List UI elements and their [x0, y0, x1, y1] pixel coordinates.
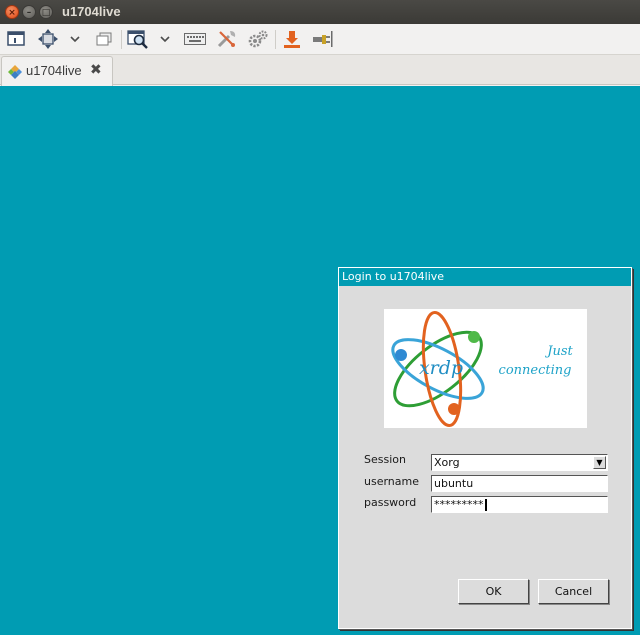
chevron-down-icon[interactable] — [158, 29, 172, 49]
username-label: username — [364, 475, 419, 488]
window-stack-icon[interactable] — [94, 29, 114, 49]
toolbar-separator — [121, 30, 122, 49]
tab-strip: u1704live ✖ — [0, 55, 640, 86]
keyboard-icon[interactable] — [183, 29, 207, 49]
window-maximize-button[interactable]: □ — [39, 5, 53, 19]
window-minimize-button[interactable]: – — [22, 5, 36, 19]
zoom-icon[interactable] — [126, 29, 150, 49]
tab-label: u1704live — [26, 63, 82, 78]
logo-tagline-line1: Just — [544, 344, 573, 359]
tools-icon[interactable] — [215, 29, 239, 49]
xrdp-logo: xrdp Just connecting — [384, 309, 587, 428]
toolbar-separator — [275, 30, 276, 49]
dialog-title: Login to u1704live — [339, 268, 631, 286]
download-icon[interactable] — [281, 29, 303, 49]
settings-gears-icon[interactable] — [246, 29, 270, 49]
connection-icon[interactable] — [5, 29, 27, 49]
window-close-button[interactable]: × — [5, 5, 19, 19]
logo-tagline-line2: connecting — [499, 363, 572, 378]
remote-desktop-icon — [7, 64, 23, 84]
text-cursor — [484, 499, 487, 511]
session-label: Session — [364, 453, 406, 466]
disconnect-icon[interactable] — [310, 29, 334, 49]
chevron-down-icon[interactable] — [68, 29, 82, 49]
tab-close-icon[interactable]: ✖ — [90, 62, 102, 78]
password-value: ********* — [434, 498, 484, 511]
username-input[interactable]: ubuntu — [431, 475, 608, 492]
fit-window-icon[interactable] — [36, 29, 60, 49]
password-input[interactable]: ********* — [431, 496, 608, 513]
tab-u1704live[interactable]: u1704live ✖ — [1, 56, 113, 86]
logo-brand-text: xrdp — [419, 357, 463, 379]
session-value: Xorg — [434, 456, 460, 469]
username-value: ubuntu — [434, 477, 474, 490]
window-title-bar: × – □ u1704live — [0, 0, 640, 24]
window-title: u1704live — [62, 4, 121, 19]
password-label: password — [364, 496, 417, 509]
login-dialog: Login to u1704live xrdp Just connecting … — [338, 267, 632, 629]
session-select[interactable]: Xorg ▼ — [431, 454, 608, 471]
ok-button[interactable]: OK — [458, 579, 529, 604]
cancel-button[interactable]: Cancel — [538, 579, 609, 604]
toolbar — [0, 24, 640, 55]
chevron-down-icon[interactable]: ▼ — [593, 456, 606, 469]
